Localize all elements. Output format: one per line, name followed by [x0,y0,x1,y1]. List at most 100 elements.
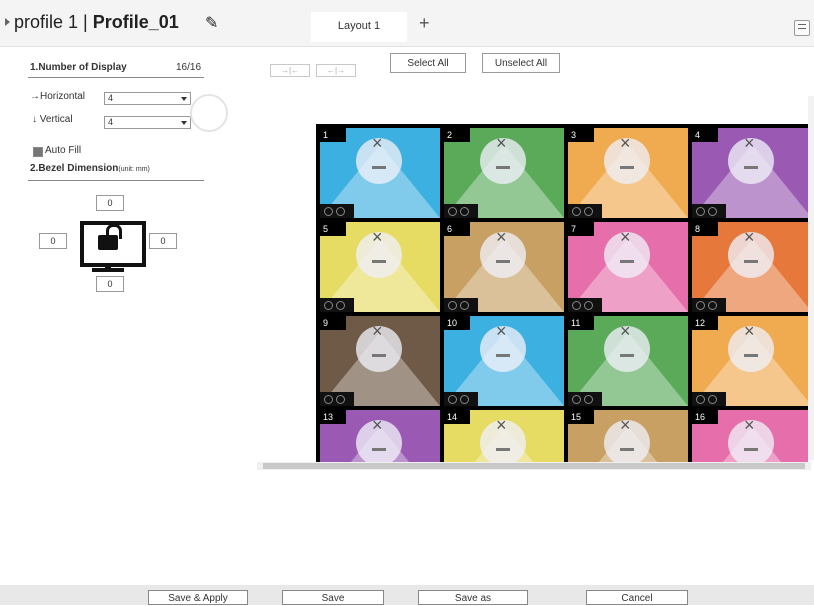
rotate-icon[interactable] [696,301,705,310]
display-cell[interactable]: × 11 [568,316,688,406]
bezel-left-input[interactable]: 0 [39,233,67,249]
horizontal-value: 4 [108,93,114,103]
rotate-icon[interactable] [448,395,457,404]
rotate-icon[interactable] [584,207,593,216]
display-cell[interactable]: × 6 [444,222,564,312]
rotate-icon[interactable] [460,207,469,216]
close-icon[interactable]: × [744,134,755,152]
close-icon[interactable]: × [496,416,507,434]
horizontal-select[interactable]: 4 [104,92,191,105]
cell-number: 3 [568,128,594,142]
vertical-select[interactable]: 4 [104,116,191,129]
tab-layout-1[interactable]: Layout 1 [311,12,407,42]
close-icon[interactable]: × [496,134,507,152]
close-icon[interactable]: × [620,228,631,246]
close-icon[interactable]: × [620,322,631,340]
rotate-icon[interactable] [708,395,717,404]
close-icon[interactable]: × [372,228,383,246]
close-icon[interactable]: × [744,322,755,340]
close-icon[interactable]: × [496,228,507,246]
bezel-bottom-input[interactable]: 0 [96,276,124,292]
horizontal-scrollbar-thumb[interactable] [263,463,805,469]
display-cell[interactable]: × 13 [320,410,440,462]
cell-number: 5 [320,222,346,236]
cell-controls [444,298,478,312]
close-icon[interactable]: × [372,322,383,340]
rotate-icon[interactable] [584,395,593,404]
display-cell[interactable]: × 15 [568,410,688,462]
profile-name: Profile_01 [92,12,179,32]
unselect-all-button[interactable]: Unselect All [482,53,560,73]
cell-controls [320,392,354,406]
cell-controls [692,298,726,312]
rotate-icon[interactable] [324,207,333,216]
close-icon[interactable]: × [372,416,383,434]
rotate-icon[interactable] [448,207,457,216]
add-tab-button[interactable]: + [419,12,430,34]
auto-fill-checkbox[interactable] [33,147,43,157]
rotate-icon[interactable] [708,301,717,310]
rotate-icon[interactable] [324,395,333,404]
bezel-unit: (unit: mm) [118,166,150,173]
rotate-icon[interactable] [448,301,457,310]
display-cell[interactable]: × 4 [692,128,808,218]
rotate-icon[interactable] [572,395,581,404]
minus-icon [620,260,634,263]
align-split-button[interactable]: ←|→ [316,64,356,77]
display-cell[interactable]: × 5 [320,222,440,312]
rotate-icon[interactable] [572,301,581,310]
close-icon[interactable]: × [744,228,755,246]
rotate-icon[interactable] [708,207,717,216]
rotate-icon[interactable] [324,301,333,310]
rotate-icon[interactable] [460,301,469,310]
close-icon[interactable]: × [620,416,631,434]
rotate-icon[interactable] [572,207,581,216]
rotate-icon[interactable] [336,395,345,404]
display-cell[interactable]: × 8 [692,222,808,312]
expand-arrow-icon[interactable] [5,18,10,26]
display-cell[interactable]: × 12 [692,316,808,406]
display-cell[interactable]: × 10 [444,316,564,406]
rotate-icon[interactable] [696,395,705,404]
display-cell[interactable]: × 9 [320,316,440,406]
profile-title: profile 1 | Profile_01 [14,12,179,33]
display-cell[interactable]: × 1 [320,128,440,218]
close-icon[interactable]: × [372,134,383,152]
rotate-icon[interactable] [336,207,345,216]
cell-controls [568,204,602,218]
rotate-icon[interactable] [696,207,705,216]
chevron-down-icon [181,97,187,101]
menu-icon[interactable] [794,20,810,36]
number-of-display-title: 1.Number of Display [30,62,127,73]
save-button[interactable]: Save [282,590,384,605]
select-all-button[interactable]: Select All [390,53,466,73]
apply-circle-icon[interactable] [190,94,228,132]
edit-pencil-icon[interactable]: ✎ [205,13,218,33]
minus-icon [372,260,386,263]
save-as-button[interactable]: Save as [418,590,528,605]
bezel-right-input[interactable]: 0 [149,233,177,249]
display-cell[interactable]: × 7 [568,222,688,312]
rotate-icon[interactable] [460,395,469,404]
cell-number: 16 [692,410,718,424]
display-cell[interactable]: × 16 [692,410,808,462]
close-icon[interactable]: × [620,134,631,152]
display-count: 16/16 [176,62,202,73]
align-horizontal-button[interactable]: →|← [270,64,310,77]
save-apply-button[interactable]: Save & Apply [148,590,248,605]
display-cell[interactable]: × 2 [444,128,564,218]
close-icon[interactable]: × [744,416,755,434]
cancel-button[interactable]: Cancel [586,590,688,605]
display-cell[interactable]: × 14 [444,410,564,462]
close-icon[interactable]: × [496,322,507,340]
rotate-icon[interactable] [584,301,593,310]
rotate-icon[interactable] [336,301,345,310]
display-grid[interactable]: × 1 × 2 × 3 × 4 × 5 × 6 × 7 × 8 × 9 × 10 × 11 × 12 × 13 × 14 × 15 × 16 [316,124,808,462]
vertical-scrollbar[interactable] [808,96,814,460]
cell-controls [692,204,726,218]
unlock-icon-body[interactable] [98,235,118,250]
bezel-top-input[interactable]: 0 [96,195,124,211]
cell-number: 9 [320,316,346,330]
minus-icon [372,166,386,169]
display-cell[interactable]: × 3 [568,128,688,218]
